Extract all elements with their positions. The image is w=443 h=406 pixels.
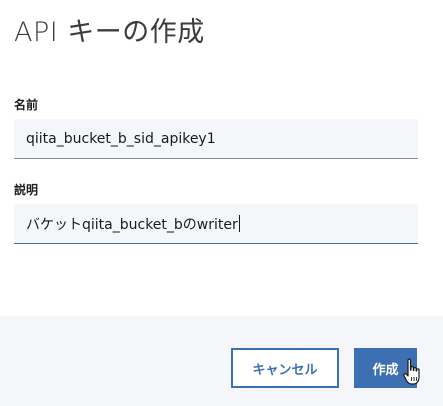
hand-pointer-icon bbox=[403, 358, 420, 385]
description-input-value: バケットqiita_bucket_bのwriter bbox=[26, 216, 238, 233]
text-caret bbox=[238, 215, 240, 232]
create-api-key-dialog: API キーの作成 名前 qiita_bucket_b_sid_apikey1 … bbox=[0, 0, 443, 406]
name-input[interactable]: qiita_bucket_b_sid_apikey1 bbox=[14, 119, 418, 159]
cancel-button[interactable]: キャンセル bbox=[231, 348, 339, 388]
name-field-label: 名前 bbox=[14, 98, 39, 112]
dialog-title: API キーの作成 bbox=[14, 17, 205, 48]
description-input[interactable]: バケットqiita_bucket_bのwriter bbox=[14, 204, 418, 244]
description-field-label: 説明 bbox=[14, 183, 39, 197]
name-input-value: qiita_bucket_b_sid_apikey1 bbox=[26, 130, 216, 147]
